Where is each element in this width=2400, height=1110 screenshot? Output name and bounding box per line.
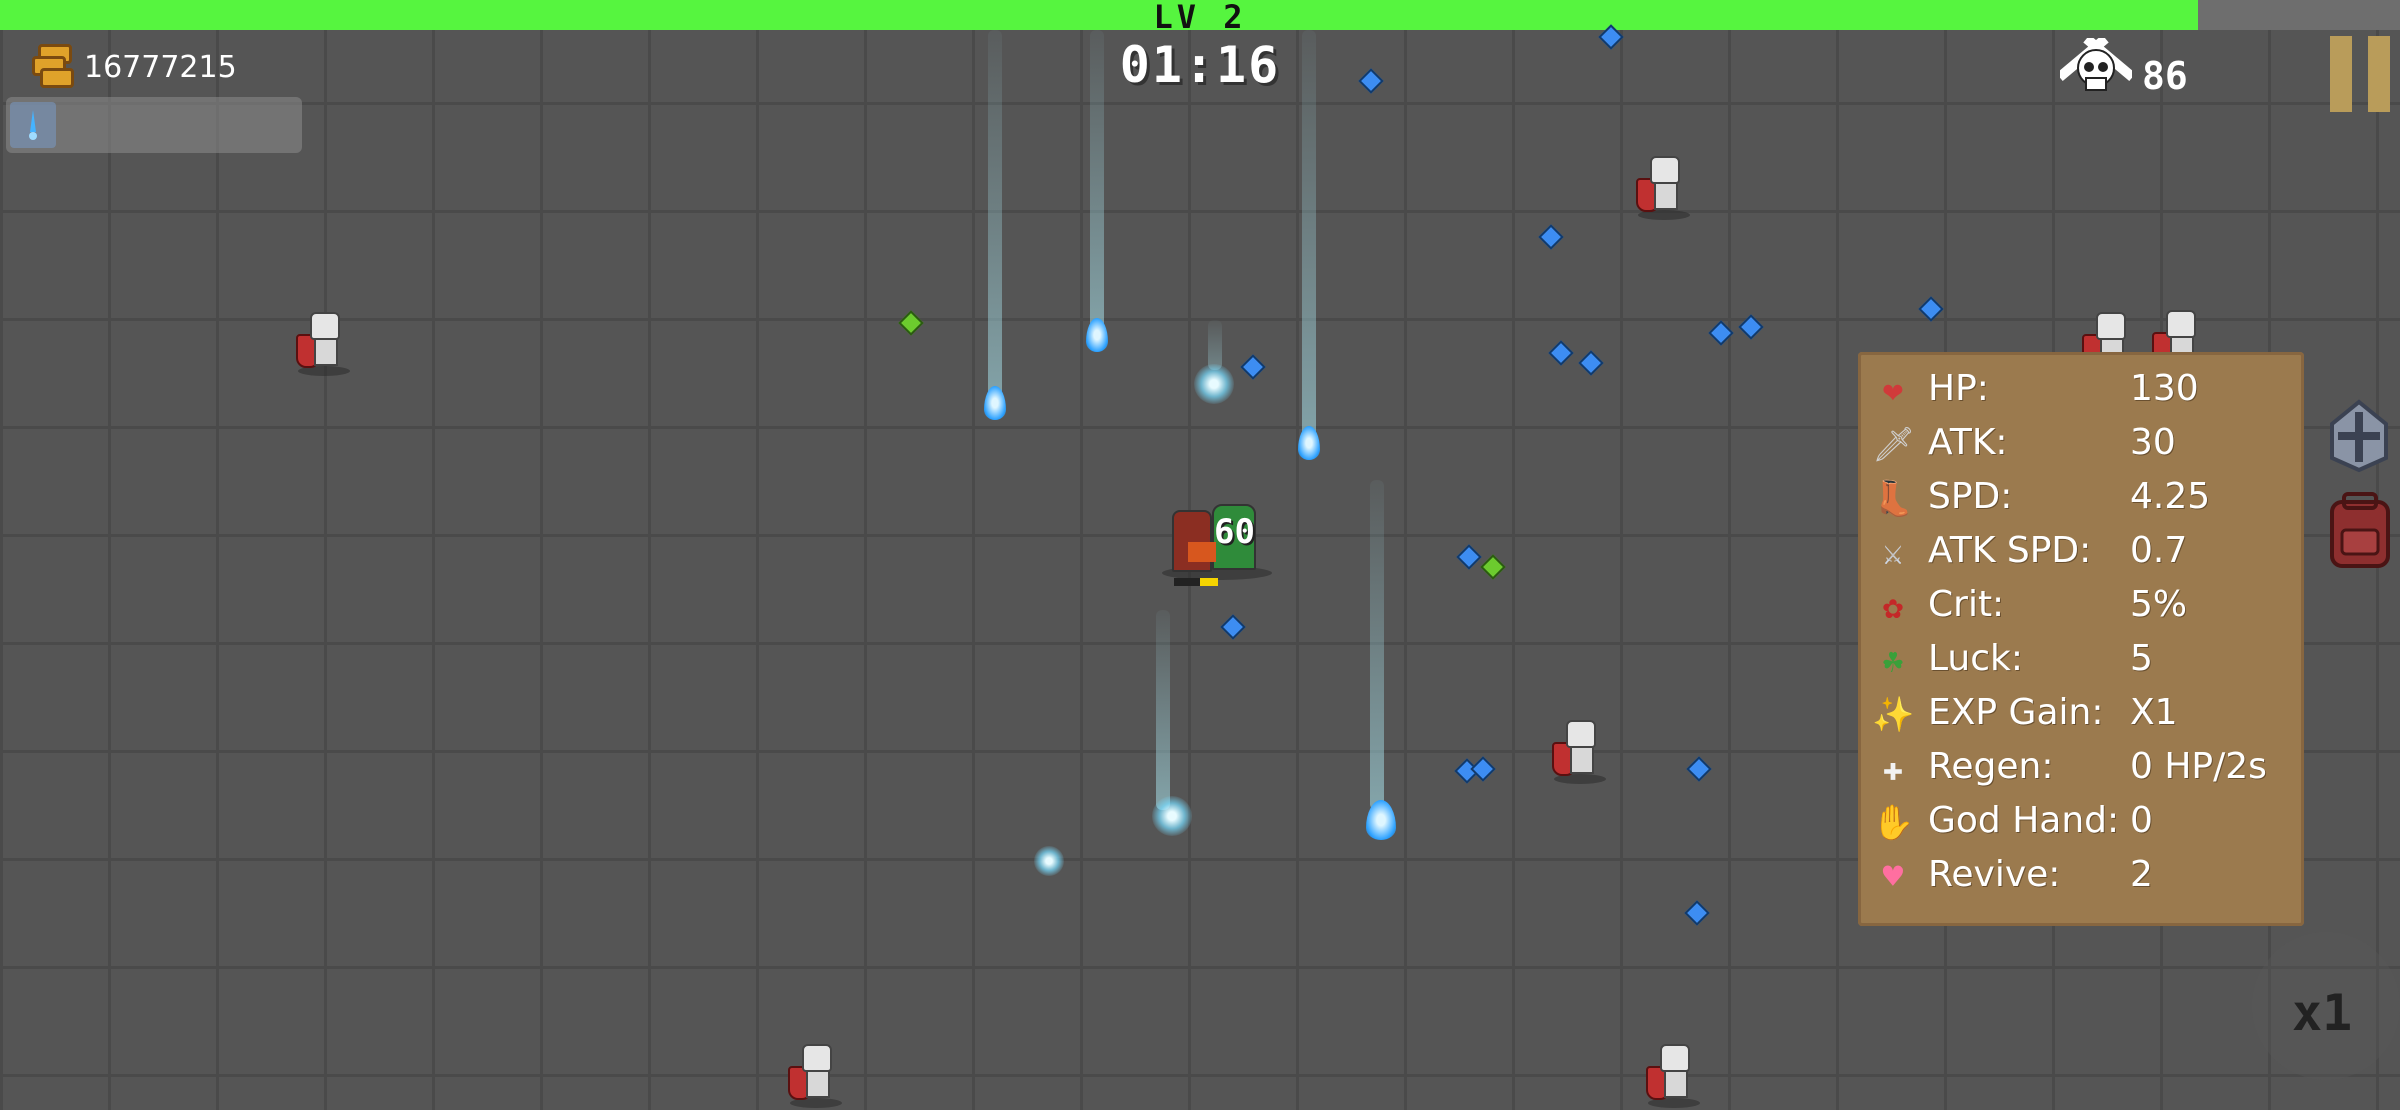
god-hand-icon: ✋ (1872, 803, 1915, 843)
light-beam (988, 30, 1002, 410)
exp-gem (1220, 614, 1246, 640)
stat-value: X1 (2130, 692, 2178, 733)
stat-label: SPD: (1928, 476, 2013, 517)
stat-value: 130 (2130, 368, 2199, 409)
sword-icon: 🗡 (1872, 425, 1916, 465)
stat-label: Crit: (1928, 584, 2005, 625)
stat-row-regen: ✚ Regen: 0 HP/2s (1872, 740, 2292, 794)
lightning-splash (1194, 364, 1234, 404)
lightning-flame (1086, 318, 1108, 352)
gold-counter: 16777215 (84, 50, 237, 85)
stat-row-revive: ♥ Revive: 2 (1872, 848, 2292, 902)
equipment-button[interactable] (2324, 398, 2394, 474)
rose-icon: ✿ (1882, 587, 1904, 627)
helmet-icon (2330, 399, 2388, 473)
stat-label: ATK: (1928, 422, 2008, 463)
exp-gem (1358, 68, 1384, 94)
stat-row-luck: ☘ Luck: 5 (1872, 632, 2292, 686)
stat-label: Revive: (1928, 854, 2061, 895)
exp-gem-green (1480, 554, 1506, 580)
light-beam (1370, 480, 1384, 810)
exp-gem (1738, 314, 1764, 340)
stat-value: 5% (2130, 584, 2188, 625)
kill-counter: 86 (2142, 54, 2188, 98)
lightning-splash (1152, 796, 1192, 836)
skeleton-enemy (294, 312, 354, 378)
damage-number: 60 (1214, 512, 1255, 552)
stat-label: ATK SPD: (1928, 530, 2092, 571)
stat-label: EXP Gain: (1928, 692, 2104, 733)
exp-gem-green (898, 310, 924, 336)
stat-label: HP: (1928, 368, 1989, 409)
stat-row-exp-gain: ✨ EXP Gain: X1 (1872, 686, 2292, 740)
backpack-icon (2330, 492, 2390, 568)
dwarf-warrior (1172, 510, 1216, 572)
light-beam (1302, 30, 1316, 450)
survival-timer: 01:16 (1119, 36, 1281, 94)
exp-gem (1538, 224, 1564, 250)
stat-row-atk: 🗡 ATK: 30 (1872, 416, 2292, 470)
leaf-icon: ☘ (1882, 641, 1904, 681)
stat-value: 0 HP/2s (2130, 746, 2267, 787)
skill-slot-lightning[interactable] (10, 102, 56, 148)
exp-gem (1456, 544, 1482, 570)
stat-row-crit: ✿ Crit: 5% (1872, 578, 2292, 632)
stat-row-hp: ❤ HP: 130 (1872, 362, 2292, 416)
skeleton-enemy (1634, 156, 1694, 222)
pause-icon (2330, 36, 2352, 112)
boot-icon: 👢 (1872, 479, 1915, 519)
stats-list: ❤ HP: 130 🗡 ATK: 30 👢 SPD: 4.25 ⚔ ATK SPD: 0.7 ✿ Crit… (1858, 352, 2304, 926)
lightning-skill-icon (29, 110, 37, 140)
stat-value: 30 (2130, 422, 2176, 463)
exp-gem (1918, 296, 1944, 322)
pink-heart-icon: ♥ (1882, 857, 1904, 897)
regen-icon: ✚ (1882, 749, 1904, 789)
pause-button[interactable] (2326, 36, 2396, 112)
stat-value: 0 (2130, 800, 2153, 841)
stat-value: 5 (2130, 638, 2153, 679)
exp-gem (1684, 900, 1710, 926)
light-beam (1208, 320, 1222, 370)
exp-gem (1578, 350, 1604, 376)
exp-gem (1686, 756, 1712, 782)
stat-value: 4.25 (2130, 476, 2211, 517)
skeleton-enemy (1644, 1044, 1704, 1110)
stat-row-spd: 👢 SPD: 4.25 (1872, 470, 2292, 524)
stat-label: Regen: (1928, 746, 2054, 787)
skeleton-enemy (1550, 720, 1610, 786)
exp-gem (1708, 320, 1734, 346)
stat-row-god-hand: ✋ God Hand: 0 (1872, 794, 2292, 848)
swift-sword-icon: ⚔ (1882, 533, 1904, 573)
gold-coins-icon (32, 44, 74, 88)
inventory-button[interactable] (2326, 490, 2394, 570)
lightning-flame (1366, 800, 1396, 840)
stat-label: God Hand: (1928, 800, 2120, 841)
exp-gem (1240, 354, 1266, 380)
stat-value: 0.7 (2130, 530, 2188, 571)
lightning-flame (1298, 426, 1320, 460)
skull-crossbones-icon (2056, 34, 2136, 110)
player-hp-fill (1200, 578, 1218, 586)
heart-icon: ❤ (1882, 371, 1904, 411)
sparkle-icon: ✨ (1872, 695, 1915, 735)
xp-bar-fill (0, 0, 2199, 30)
lightning-splash (1034, 846, 1064, 876)
exp-gem (1470, 756, 1496, 782)
exp-gem (1548, 340, 1574, 366)
level-label: LV 2 (1153, 0, 1247, 36)
light-beam (1156, 610, 1170, 810)
lightning-flame (984, 386, 1006, 420)
game-speed-label: x1 (2292, 984, 2353, 1042)
stat-row-atk-spd: ⚔ ATK SPD: 0.7 (1872, 524, 2292, 578)
light-beam (1090, 30, 1104, 340)
skeleton-enemy (786, 1044, 846, 1110)
stat-value: 2 (2130, 854, 2153, 895)
stat-label: Luck: (1928, 638, 2024, 679)
